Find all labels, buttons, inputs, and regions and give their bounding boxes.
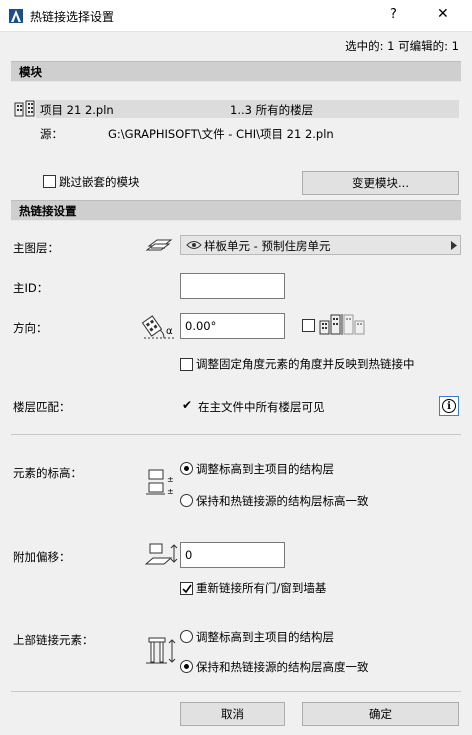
offset-label: 附加偏移： — [13, 550, 71, 564]
module-project-name: 项目 21 2.pln — [40, 103, 114, 117]
relink-label: 重新链接所有门/窗到墙基 — [196, 581, 327, 595]
elevation-option1-label: 调整标高到主项目的结构层 — [196, 462, 334, 476]
checkmark-icon — [182, 584, 192, 594]
skip-nested-label: 跳过嵌套的模块 — [59, 175, 140, 189]
archicad-logo-icon — [9, 9, 23, 23]
master-layer-label: 主图层： — [13, 241, 59, 255]
svg-text:±: ± — [167, 487, 174, 496]
upper-option2-label: 保持和热链接源的结构层高度一致 — [196, 660, 369, 674]
close-button[interactable]: ✕ — [437, 6, 449, 22]
story-match-value: 在主文件中所有楼层可见 — [198, 400, 325, 414]
orientation-label: 方向： — [13, 321, 48, 335]
module-file-icon — [14, 100, 35, 117]
footer-divider — [11, 691, 461, 692]
master-id-input[interactable] — [180, 273, 285, 299]
orientation-input[interactable]: 0.00° — [180, 313, 285, 339]
adjust-angle-label: 调整固定角度元素的角度并反映到热链接中 — [196, 357, 415, 371]
elevation-option2-label: 保持和热链接源的结构层标高一致 — [196, 494, 369, 508]
mirror-icon — [319, 314, 365, 335]
upper-keep-radio[interactable] — [180, 660, 193, 673]
skip-nested-checkbox[interactable] — [43, 175, 56, 188]
adjust-angle-checkbox[interactable] — [180, 358, 193, 371]
elevation-adjust-radio[interactable] — [180, 462, 193, 475]
selection-info: 选中的: 1 可编辑的: 1 — [345, 39, 459, 53]
story-match-label: 楼层匹配： — [13, 400, 71, 414]
info-button[interactable]: i — [439, 396, 459, 416]
source-label: 源： — [40, 127, 63, 141]
help-button[interactable]: ? — [390, 7, 397, 22]
story-match-check-icon: ✔ — [182, 398, 193, 412]
info-icon: i — [442, 399, 456, 413]
layer-stack-icon — [145, 239, 173, 251]
upper-link-height-icon — [146, 637, 176, 664]
change-module-button[interactable]: 变更模块... — [302, 171, 459, 195]
master-id-label: 主ID： — [13, 281, 49, 295]
elevation-label: 元素的标高： — [13, 466, 82, 480]
eye-icon — [186, 241, 202, 249]
title-bar: 热链接选择设置 ? ✕ — [0, 0, 472, 32]
upper-option1-label: 调整标高到主项目的结构层 — [196, 630, 334, 644]
upper-adjust-radio[interactable] — [180, 630, 193, 643]
upper-linked-label: 上部链接元素： — [13, 633, 94, 647]
master-layer-dropdown[interactable]: 样板单元 - 预制住房单元 — [180, 235, 461, 255]
window-title: 热链接选择设置 — [30, 10, 115, 24]
elevation-adjust-icon: ± ± — [146, 469, 174, 496]
dropdown-arrow-icon — [451, 241, 457, 250]
cancel-button[interactable]: 取消 — [180, 702, 285, 726]
source-path: G:\GRAPHISOFT\文件 - CHI\项目 21 2.pln — [108, 127, 334, 141]
relink-checkbox[interactable] — [180, 582, 193, 595]
module-stories: 1..3 所有的楼层 — [230, 103, 314, 117]
mirror-checkbox[interactable] — [302, 319, 315, 332]
elevation-keep-radio[interactable] — [180, 494, 193, 507]
master-layer-value: 样板单元 - 预制住房单元 — [204, 239, 331, 253]
divider — [11, 434, 461, 435]
module-section-header[interactable]: 模块 — [11, 61, 461, 82]
rotation-angle-icon: α — [141, 315, 174, 339]
hotlink-settings-header[interactable]: 热链接设置 — [11, 200, 461, 221]
svg-text:±: ± — [167, 475, 174, 484]
offset-input[interactable]: 0 — [180, 542, 285, 568]
offset-icon — [145, 543, 178, 565]
svg-text:α: α — [166, 326, 173, 337]
ok-button[interactable]: 确定 — [302, 702, 459, 726]
